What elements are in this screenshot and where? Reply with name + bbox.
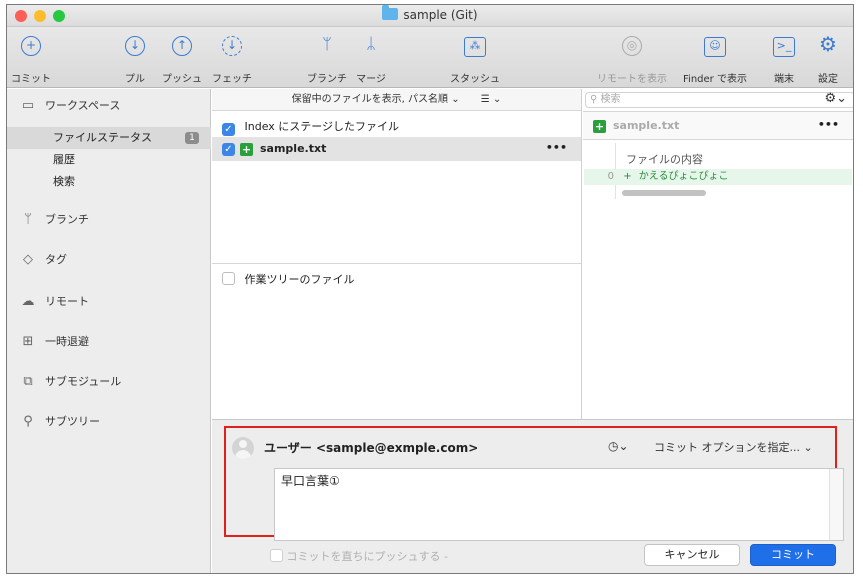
- commit-highlight-box: ユーザー <sample@exmple.com> ◷⌄ コミット オプションを指…: [224, 426, 844, 541]
- diff-pane: ⚲ 検索 ⚙⌄ + sample.txt ••• ファイルの内容 0 + かえる…: [583, 89, 853, 419]
- sidebar-item-subtrees[interactable]: ⚲ サブツリー: [17, 411, 100, 433]
- sidebar-item-workspace[interactable]: ▭ ワークスペース: [17, 95, 121, 117]
- tag-icon: ◇: [23, 252, 33, 267]
- stash-icon: ⊞: [22, 334, 34, 349]
- file-list-pane: 保留中のファイルを表示, パス名順 ⌄ ☰ ⌄ ✓ Index にステージしたフ…: [212, 89, 582, 419]
- added-file-icon: +: [240, 143, 253, 156]
- sidebar-item-submodules[interactable]: ⧉ サブモジュール: [17, 371, 121, 393]
- sidebar-item-search[interactable]: 検索: [7, 171, 211, 193]
- fetch-toolbar-button[interactable]: ↓ フェッチ: [209, 31, 255, 85]
- sidebar: ▭ ワークスペース ファイルステータス 1 履歴 検索 ᛘ ブランチ ◇ タグ ☁ リモ…: [7, 89, 211, 573]
- unstage-all-checkbox[interactable]: [222, 272, 235, 285]
- horizontal-scrollbar[interactable]: [622, 190, 706, 196]
- file-checkbox[interactable]: ✓: [222, 143, 235, 156]
- app-window: sample (Git) + コミット ↓ プル ↑ プッシュ ↓ フェッチ ᛘ…: [6, 4, 854, 574]
- sidebar-item-file-status[interactable]: ファイルステータス 1: [7, 127, 211, 149]
- branch-icon: ᛘ: [24, 212, 32, 227]
- monitor-icon: ▭: [21, 98, 35, 113]
- diff-file-name: sample.txt: [613, 119, 680, 132]
- subtree-icon: ⚲: [23, 414, 33, 429]
- commit-options-dropdown[interactable]: コミット オプションを指定... ⌄: [654, 439, 813, 455]
- sort-dropdown[interactable]: 保留中のファイルを表示, パス名順 ⌄: [292, 94, 460, 105]
- diff-hunk: ファイルの内容 0 + かえるぴょこぴょこ: [584, 143, 852, 199]
- stage-all-checkbox[interactable]: ✓: [222, 123, 235, 136]
- section-divider: [212, 263, 581, 264]
- added-file-icon: +: [593, 120, 606, 133]
- stash-icon: ⁂: [464, 37, 486, 57]
- commit-button[interactable]: コミット: [750, 544, 836, 566]
- window-title-wrap: sample (Git): [7, 5, 853, 22]
- push-immediately-option[interactable]: コミットを直ちにプッシュする -: [270, 548, 448, 564]
- window-title: sample (Git): [403, 8, 478, 22]
- arrow-down-circle-icon: ↓: [125, 36, 145, 56]
- settings-toolbar-button[interactable]: ⚙ 設定: [811, 31, 845, 85]
- staged-section-header: ✓ Index にステージしたファイル: [222, 118, 399, 136]
- merge-icon: ᛦ: [366, 34, 376, 53]
- diff-line: 0 + かえるぴょこぴょこ: [584, 169, 852, 185]
- sidebar-item-stashes[interactable]: ⊞ 一時退避: [17, 331, 89, 353]
- gear-menu-icon[interactable]: ⚙⌄: [824, 91, 847, 106]
- push-toolbar-button[interactable]: ↑ プッシュ: [157, 31, 207, 85]
- stash-toolbar-button[interactable]: ⁂ スタッシュ: [447, 31, 503, 85]
- cloud-icon: ☁: [21, 294, 35, 309]
- avatar: [232, 437, 254, 459]
- diff-more-button[interactable]: •••: [818, 118, 839, 131]
- search-icon: ⚲: [590, 94, 598, 105]
- sidebar-item-history[interactable]: 履歴: [7, 149, 211, 171]
- merge-toolbar-button[interactable]: ᛦ マージ: [351, 31, 391, 85]
- globe-icon: ◎: [622, 36, 642, 56]
- cancel-button[interactable]: キャンセル: [644, 544, 740, 566]
- gear-icon: ⚙: [819, 32, 837, 56]
- file-more-button[interactable]: •••: [546, 141, 567, 154]
- message-scrollbar[interactable]: [829, 469, 843, 540]
- toolbar: + コミット ↓ プル ↑ プッシュ ↓ フェッチ ᛘ ブランチ ᛦ マージ ⁂…: [7, 27, 853, 88]
- clock-dropdown-icon[interactable]: ◷⌄: [608, 439, 629, 453]
- sidebar-item-remotes[interactable]: ☁ リモート: [17, 291, 90, 313]
- terminal-toolbar-button[interactable]: >_ 端末: [767, 31, 801, 85]
- commit-toolbar-button[interactable]: + コミット: [9, 31, 53, 85]
- arrow-up-circle-icon: ↑: [172, 36, 192, 56]
- view-mode-dropdown[interactable]: ☰ ⌄: [481, 94, 502, 105]
- terminal-icon: >_: [773, 37, 795, 57]
- diff-file-header: + sample.txt •••: [583, 111, 853, 140]
- branch-toolbar-button[interactable]: ᛘ ブランチ: [305, 31, 349, 85]
- sidebar-item-tags[interactable]: ◇ タグ: [17, 249, 67, 271]
- file-status-badge: 1: [185, 132, 199, 144]
- push-immediately-checkbox[interactable]: [270, 549, 283, 562]
- commit-author: ユーザー <sample@exmple.com>: [264, 441, 479, 455]
- title-bar: sample (Git): [7, 5, 853, 27]
- pull-toolbar-button[interactable]: ↓ プル: [117, 31, 153, 85]
- commit-message-input[interactable]: 早口言葉①: [274, 468, 844, 541]
- file-name: sample.txt: [260, 142, 327, 155]
- commit-panel: ユーザー <sample@exmple.com> ◷⌄ コミット オプションを指…: [212, 419, 853, 573]
- plus-circle-icon: +: [21, 36, 41, 56]
- branch-icon: ᛘ: [322, 34, 332, 53]
- unstaged-section-header: 作業ツリーのファイル: [222, 271, 355, 287]
- fetch-circle-icon: ↓: [222, 36, 242, 56]
- line-number: 0: [607, 171, 614, 182]
- search-field[interactable]: ⚲ 検索: [585, 92, 853, 108]
- file-list-header: 保留中のファイルを表示, パス名順 ⌄ ☰ ⌄: [212, 89, 581, 111]
- finder-icon: ☺: [704, 37, 726, 57]
- show-in-finder-toolbar-button[interactable]: ☺ Finder で表示: [677, 31, 753, 85]
- staged-file-row[interactable]: ✓ + sample.txt •••: [212, 137, 581, 161]
- hunk-header: ファイルの内容: [626, 153, 703, 166]
- folder-icon: [382, 5, 399, 20]
- submodule-icon: ⧉: [23, 374, 33, 389]
- line-sign: +: [623, 171, 632, 182]
- sidebar-item-branches[interactable]: ᛘ ブランチ: [17, 209, 89, 231]
- show-remote-toolbar-button[interactable]: ◎ リモートを表示: [593, 31, 671, 85]
- line-text: かえるぴょこぴょこ: [638, 171, 729, 182]
